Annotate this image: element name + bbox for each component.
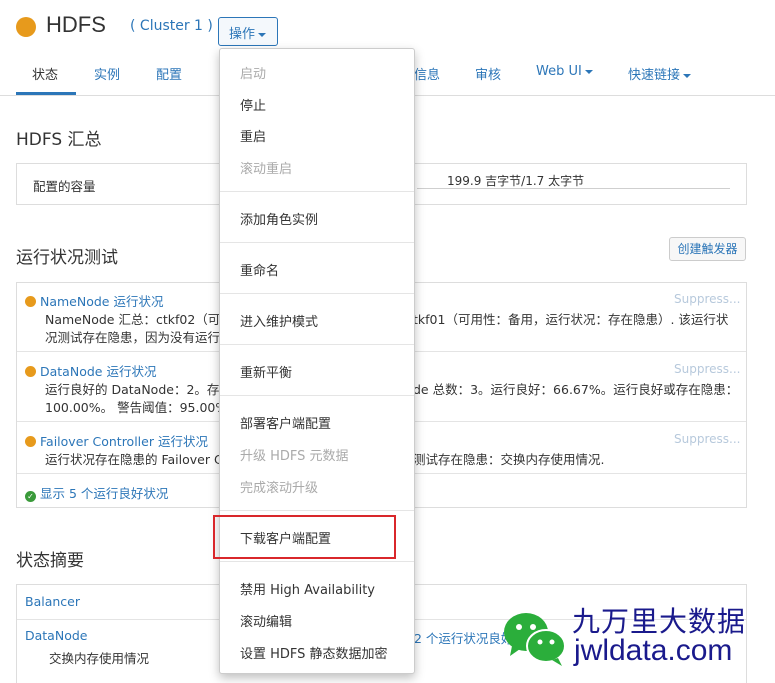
actions-menu: 启动 停止 重启 滚动重启 添加角色实例 重命名 进入维护模式 重新平衡 部署客… <box>219 48 415 674</box>
tab-status[interactable]: 状态 <box>32 64 58 83</box>
warning-icon <box>25 436 36 447</box>
health-item-detail: de 总数：3。运行良好：66.67%。运行良好或存在隐患： <box>413 382 739 397</box>
tab-info[interactable]: 信息 <box>414 64 440 83</box>
check-icon: ✓ <box>25 491 36 502</box>
menu-item-upgrade-metadata: 升级 HDFS 元数据 <box>240 449 349 464</box>
menu-divider <box>220 191 414 192</box>
menu-item-disable-ha[interactable]: 禁用 High Availability <box>240 579 375 598</box>
chevron-down-icon <box>584 69 593 74</box>
menu-item-rebalance[interactable]: 重新平衡 <box>240 362 292 381</box>
menu-divider <box>220 242 414 243</box>
warning-icon <box>25 366 36 377</box>
health-item-detail: 运行状况存在隐患的 Failover C <box>45 452 223 467</box>
menu-item-restart[interactable]: 重启 <box>240 126 266 145</box>
tab-config[interactable]: 配置 <box>156 64 182 83</box>
chevron-down-icon <box>258 32 267 37</box>
menu-divider <box>220 344 414 345</box>
suppress-link[interactable]: Suppress... <box>674 292 740 306</box>
watermark: 九万里大数据 jwldata.com <box>500 596 775 680</box>
health-item-name: Failover Controller 运行状况 <box>40 434 208 449</box>
status-row-datanode[interactable]: DataNode <box>25 628 87 643</box>
create-trigger-button[interactable]: 创建触发器 <box>669 237 746 261</box>
service-status-icon <box>16 17 36 37</box>
tab-web-ui[interactable]: Web UI <box>536 64 593 79</box>
menu-item-rolling-restart: 滚动重启 <box>240 162 293 177</box>
menu-item-rename[interactable]: 重命名 <box>240 260 279 279</box>
health-item-detail: 运行良好的 DataNode：2。存 <box>45 382 220 397</box>
health-item-detail: 100.00%。 警告阈值：95.00% <box>45 400 228 415</box>
status-row-balancer[interactable]: Balancer <box>25 594 80 609</box>
wechat-icon <box>504 613 566 666</box>
active-tab-indicator <box>16 92 76 95</box>
menu-item-roll-edits[interactable]: 滚动编辑 <box>240 611 292 630</box>
tab-audit[interactable]: 审核 <box>475 64 501 83</box>
cluster-link[interactable]: ( Cluster 1 ) <box>130 18 213 34</box>
service-title: HDFS <box>46 12 106 37</box>
actions-dropdown-button[interactable]: 操作 <box>218 17 278 46</box>
watermark-en: jwldata.com <box>574 634 733 667</box>
health-item-detail: NameNode 汇总：ctkf02（可 <box>45 312 221 327</box>
menu-divider <box>220 561 414 562</box>
tab-instances[interactable]: 实例 <box>94 64 120 83</box>
menu-item-add-role-instances[interactable]: 添加角色实例 <box>240 209 318 228</box>
page-header: HDFS ( Cluster 1 ) 操作 <box>0 0 775 50</box>
tab-quick-links-label: 快速链接 <box>628 68 681 83</box>
menu-item-finalize-rolling-upgrade: 完成滚动升级 <box>240 481 319 496</box>
health-item-detail: 况测试存在隐患，因为没有运行 <box>45 330 221 345</box>
health-item-detail: tkf01（可用性：备用，运行状况：存在隐患）. 该运行状 <box>413 312 729 327</box>
menu-item-hdfs-encryption[interactable]: 设置 HDFS 静态数据加密 <box>240 643 388 662</box>
menu-divider <box>220 395 414 396</box>
tab-quick-links[interactable]: 快速链接 <box>628 64 692 83</box>
capacity-bar <box>417 188 730 189</box>
status-summary-heading: 状态摘要 <box>16 551 84 571</box>
status-row-healthy-count[interactable]: 2 个运行状况良好 <box>414 628 513 647</box>
health-heading: 运行状况测试 <box>16 248 118 268</box>
capacity-label: 配置的容量 <box>33 179 96 194</box>
tab-web-ui-label: Web UI <box>536 64 582 79</box>
health-item-name: DataNode 运行状况 <box>40 364 157 379</box>
menu-item-deploy-client-config[interactable]: 部署客户端配置 <box>240 413 331 432</box>
suppress-link[interactable]: Suppress... <box>674 432 740 446</box>
capacity-value: 199.9 吉字节/1.7 太字节 <box>447 174 585 188</box>
show-good-label: 显示 5 个运行良好状况 <box>40 486 169 501</box>
summary-heading: HDFS 汇总 <box>16 130 102 150</box>
health-item-detail: 测试存在隐患：交换内存使用情况. <box>413 452 605 467</box>
health-item-name: NameNode 运行状况 <box>40 294 164 309</box>
health-item-failover[interactable]: Failover Controller 运行状况 <box>25 431 208 450</box>
menu-divider <box>220 510 414 511</box>
status-row-detail: 交换内存使用情况 <box>49 651 150 666</box>
highlight-box <box>213 515 396 559</box>
health-item-namenode[interactable]: NameNode 运行状况 <box>25 291 163 310</box>
menu-divider <box>220 293 414 294</box>
actions-label: 操作 <box>229 27 256 42</box>
show-good-health-link[interactable]: ✓ 显示 5 个运行良好状况 <box>25 483 168 502</box>
warning-icon <box>25 296 36 307</box>
health-item-datanode[interactable]: DataNode 运行状况 <box>25 361 156 380</box>
suppress-link[interactable]: Suppress... <box>674 362 740 376</box>
menu-item-maintenance-mode[interactable]: 进入维护模式 <box>240 311 318 330</box>
chevron-down-icon <box>683 73 692 78</box>
menu-item-start: 启动 <box>240 67 267 82</box>
menu-item-stop[interactable]: 停止 <box>240 95 266 114</box>
